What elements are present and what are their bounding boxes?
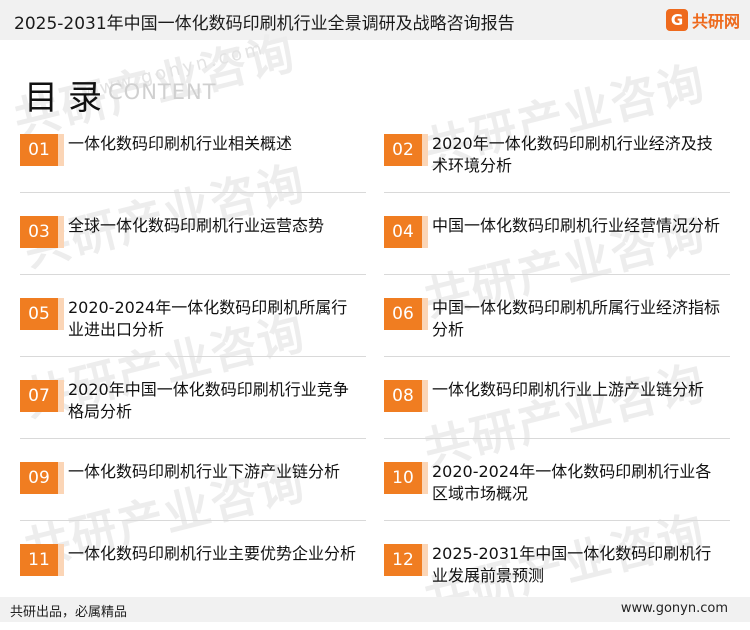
toc-heading: 目录 (24, 78, 112, 118)
toc-item-label: 中国一体化数码印刷机所属行业经济指标分析 (432, 298, 721, 339)
toc-item-number: 04 (384, 216, 428, 248)
divider (384, 438, 730, 439)
divider (20, 356, 366, 357)
toc-item-number: 06 (384, 298, 428, 330)
toc-item-number: 07 (20, 380, 64, 412)
toc-item-number: 01 (20, 134, 64, 166)
divider (384, 274, 730, 275)
divider (384, 520, 730, 521)
divider (20, 520, 366, 521)
toc-item-label: 一体化数码印刷机行业相关概述 (68, 134, 293, 153)
brand-name: 共研网 (691, 12, 740, 31)
toc-item-number: 03 (20, 216, 64, 248)
toc-item-02[interactable]: 02 2020年一体化数码印刷机行业经济及技术环境分析 (384, 128, 730, 198)
toc-item-08[interactable]: 08 一体化数码印刷机行业上游产业链分析 (384, 374, 730, 444)
header-bar: 2025-2031年中国一体化数码印刷机行业全景调研及战略咨询报告 G 共研网 (0, 0, 750, 40)
toc-item-01[interactable]: 01 一体化数码印刷机行业相关概述 (20, 128, 366, 198)
toc-item-number: 08 (384, 380, 428, 412)
toc-item-label: 2020-2024年一体化数码印刷机所属行业进出口分析 (68, 298, 348, 339)
toc-item-number: 10 (384, 462, 428, 494)
toc-item-10[interactable]: 10 2020-2024年一体化数码印刷机行业各区域市场概况 (384, 456, 730, 526)
toc-item-09[interactable]: 09 一体化数码印刷机行业下游产业链分析 (20, 456, 366, 526)
divider (20, 274, 366, 275)
toc-item-06[interactable]: 06 中国一体化数码印刷机所属行业经济指标分析 (384, 292, 730, 362)
toc-item-label: 全球一体化数码印刷机行业运营态势 (68, 216, 325, 235)
toc-item-07[interactable]: 07 2020年中国一体化数码印刷机行业竞争格局分析 (20, 374, 366, 444)
toc-item-label: 2025-2031年中国一体化数码印刷机行业发展前景预测 (432, 544, 712, 585)
toc-item-03[interactable]: 03 全球一体化数码印刷机行业运营态势 (20, 210, 366, 280)
toc-subheading: CONTENT (108, 80, 217, 104)
toc-item-label: 2020年中国一体化数码印刷机行业竞争格局分析 (68, 380, 349, 421)
toc-item-number: 12 (384, 544, 428, 576)
toc-item-label: 中国一体化数码印刷机行业经营情况分析 (432, 216, 721, 235)
footer-slogan: 共研出品，必属精品 (10, 605, 128, 620)
divider (384, 192, 730, 193)
toc-item-label: 2020年一体化数码印刷机行业经济及技术环境分析 (432, 134, 713, 175)
divider (20, 438, 366, 439)
toc-item-number: 02 (384, 134, 428, 166)
toc-item-04[interactable]: 04 中国一体化数码印刷机行业经营情况分析 (384, 210, 730, 280)
toc-item-05[interactable]: 05 2020-2024年一体化数码印刷机所属行业进出口分析 (20, 292, 366, 362)
brand-logo: G 共研网 (665, 8, 740, 32)
toc-item-label: 一体化数码印刷机行业上游产业链分析 (432, 380, 705, 399)
divider (384, 356, 730, 357)
footer-url[interactable]: www.gonyn.com (621, 601, 728, 616)
toc-item-label: 一体化数码印刷机行业主要优势企业分析 (68, 544, 357, 563)
toc-item-number: 09 (20, 462, 64, 494)
divider (20, 192, 366, 193)
footer-bar: 共研出品，必属精品 www.gonyn.com (0, 597, 750, 622)
toc-item-number: 11 (20, 544, 64, 576)
report-title: 2025-2031年中国一体化数码印刷机行业全景调研及战略咨询报告 (14, 14, 515, 34)
toc-item-label: 一体化数码印刷机行业下游产业链分析 (68, 462, 341, 481)
toc-item-label: 2020-2024年一体化数码印刷机行业各区域市场概况 (432, 462, 712, 503)
toc-item-number: 05 (20, 298, 64, 330)
brand-g-icon: G (665, 9, 688, 31)
